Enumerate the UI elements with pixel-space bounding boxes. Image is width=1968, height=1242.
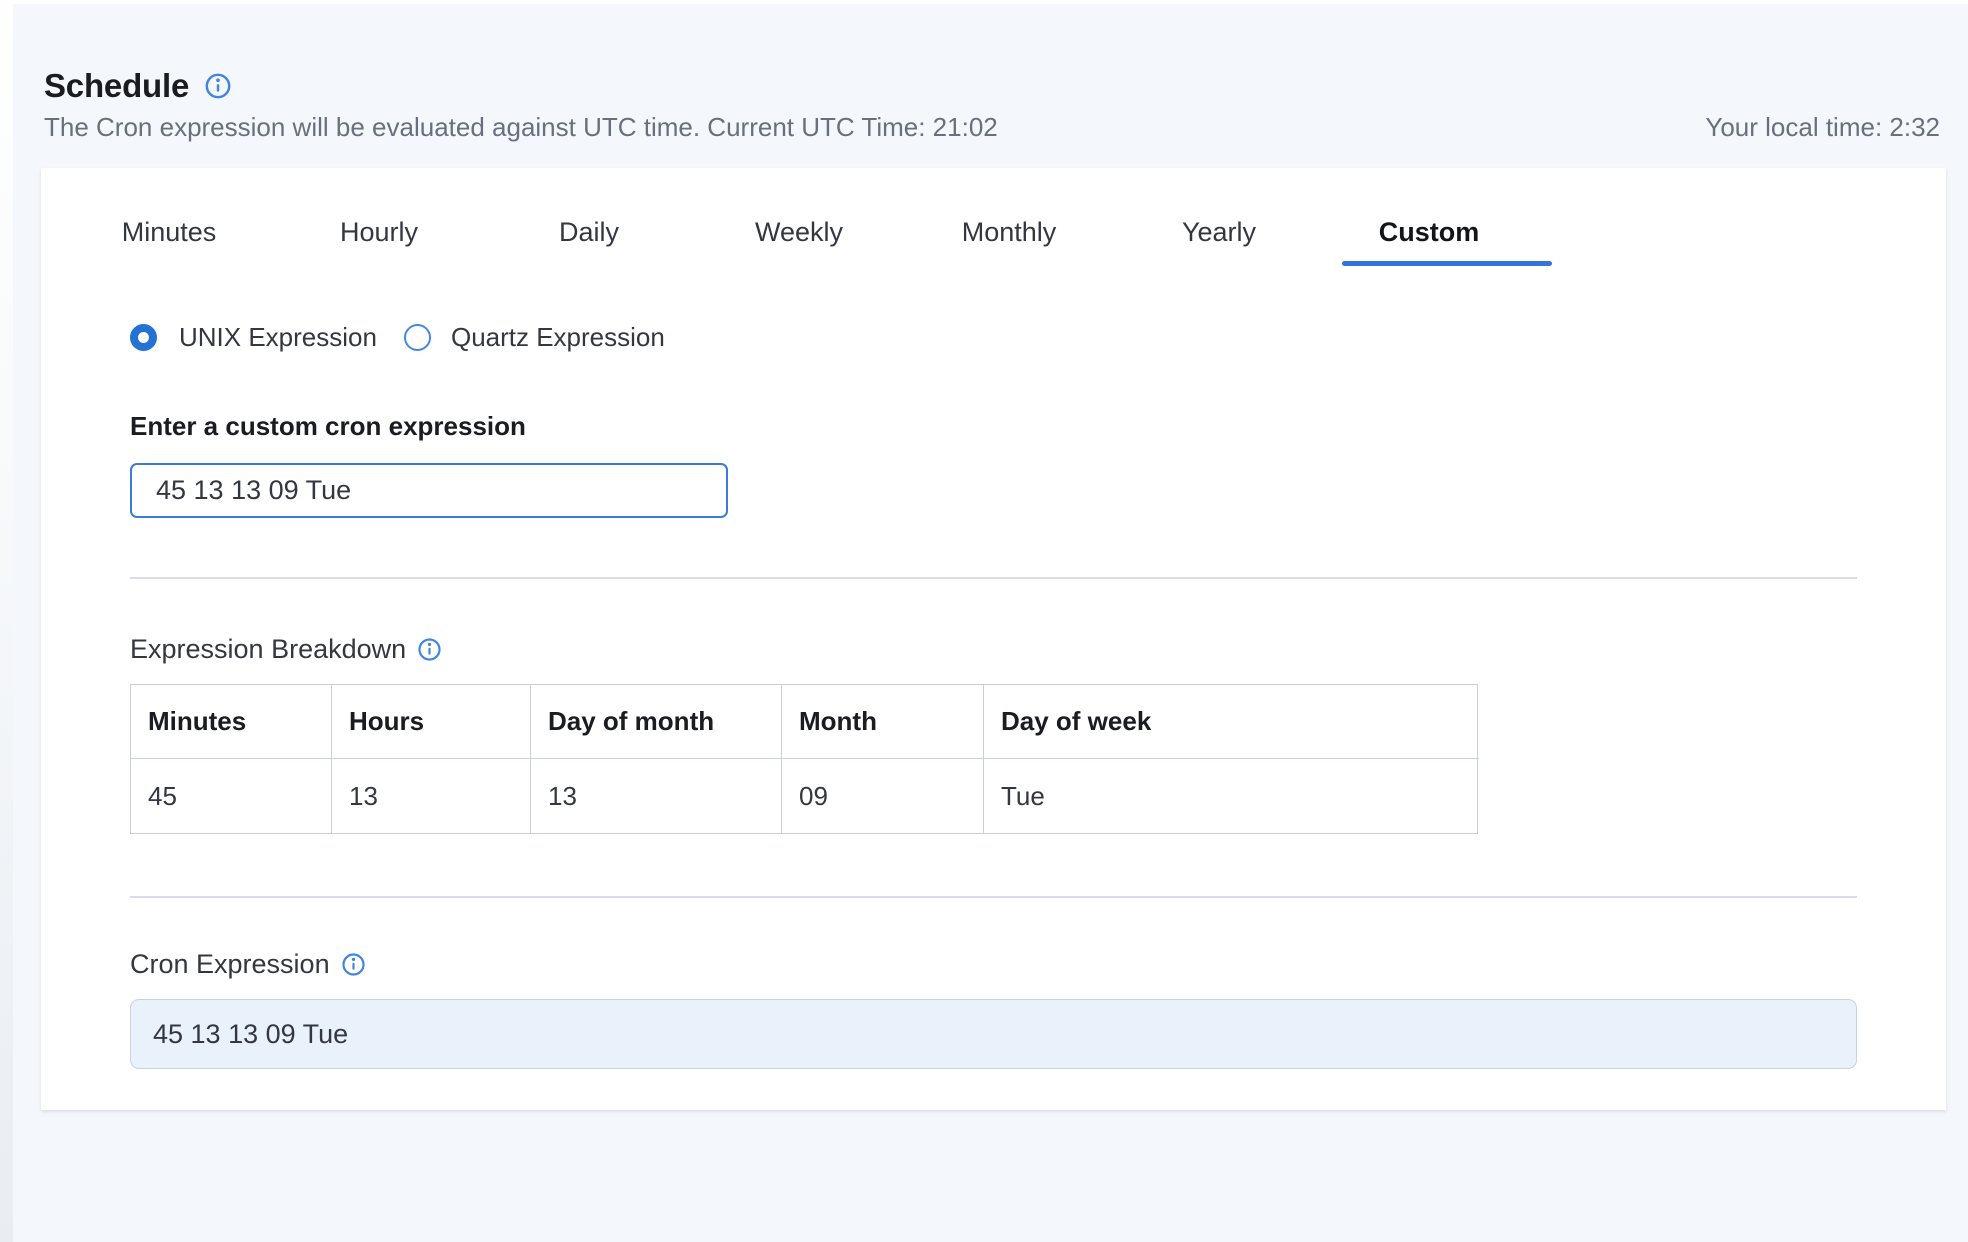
tab-panel-custom: UNIX Expression Quartz Expression Enter … [130, 322, 1857, 1069]
custom-cron-label: Enter a custom cron expression [130, 410, 1857, 442]
page-title: Schedule [44, 66, 189, 106]
radio-quartz-expression[interactable]: Quartz Expression [404, 322, 665, 353]
column-header-day-of-week: Day of week [984, 685, 1479, 759]
cron-output-header: Cron Expression [130, 947, 1857, 981]
custom-cron-input[interactable] [130, 463, 728, 518]
tab-label: Hourly [340, 217, 418, 248]
column-header-minutes: Minutes [131, 685, 332, 759]
page-subtitle: The Cron expression will be evaluated ag… [44, 112, 998, 142]
tab-label: Yearly [1182, 217, 1256, 248]
info-icon[interactable] [341, 952, 366, 977]
tab-label: Monthly [962, 217, 1057, 248]
breakdown-title: Expression Breakdown [130, 632, 406, 666]
schedule-card: Minutes Hourly Daily Weekly Monthly Year… [41, 168, 1946, 1110]
info-icon[interactable] [417, 637, 442, 662]
cron-expression-output[interactable] [130, 999, 1857, 1069]
radio-unix-expression[interactable]: UNIX Expression [130, 322, 377, 353]
local-time: Your local time: 2:32 [1705, 112, 1940, 142]
column-header-hours: Hours [332, 685, 531, 759]
tab-weekly[interactable]: Weekly [694, 198, 904, 266]
window-top-edge [0, 0, 1968, 4]
tab-label: Custom [1379, 217, 1480, 248]
info-icon[interactable] [204, 72, 232, 100]
breakdown-table: Minutes Hours Day of month Month Day of … [130, 684, 1478, 834]
column-header-day-of-month: Day of month [531, 685, 782, 759]
cell-hours: 13 [332, 759, 531, 833]
tab-daily[interactable]: Daily [484, 198, 694, 266]
tab-label: Minutes [122, 217, 217, 248]
cell-minutes: 45 [131, 759, 332, 833]
tab-yearly[interactable]: Yearly [1114, 198, 1324, 266]
radio-unselected-icon [404, 324, 431, 351]
cron-expression-label: Cron Expression [130, 947, 330, 981]
tab-label: Weekly [755, 217, 843, 248]
divider [130, 577, 1857, 579]
radio-selected-icon [130, 324, 157, 351]
tab-label: Daily [559, 217, 619, 248]
tab-hourly[interactable]: Hourly [274, 198, 484, 266]
column-header-month: Month [782, 685, 984, 759]
radio-label: Quartz Expression [451, 322, 665, 353]
expression-type-radio-group: UNIX Expression Quartz Expression [130, 322, 1857, 352]
tab-custom[interactable]: Custom [1324, 198, 1534, 266]
header-subrow: The Cron expression will be evaluated ag… [44, 112, 1940, 142]
window-left-edge [0, 0, 13, 1242]
tab-minutes[interactable]: Minutes [64, 198, 274, 266]
active-tab-underline [1342, 261, 1552, 266]
tab-bar: Minutes Hourly Daily Weekly Monthly Year… [64, 198, 1946, 266]
divider [130, 896, 1857, 898]
cell-month: 09 [782, 759, 984, 833]
radio-label: UNIX Expression [179, 322, 377, 353]
cell-day-of-month: 13 [531, 759, 782, 833]
breakdown-header: Expression Breakdown [130, 632, 1857, 666]
page-header: Schedule [44, 66, 232, 106]
tab-monthly[interactable]: Monthly [904, 198, 1114, 266]
cell-day-of-week: Tue [984, 759, 1479, 833]
